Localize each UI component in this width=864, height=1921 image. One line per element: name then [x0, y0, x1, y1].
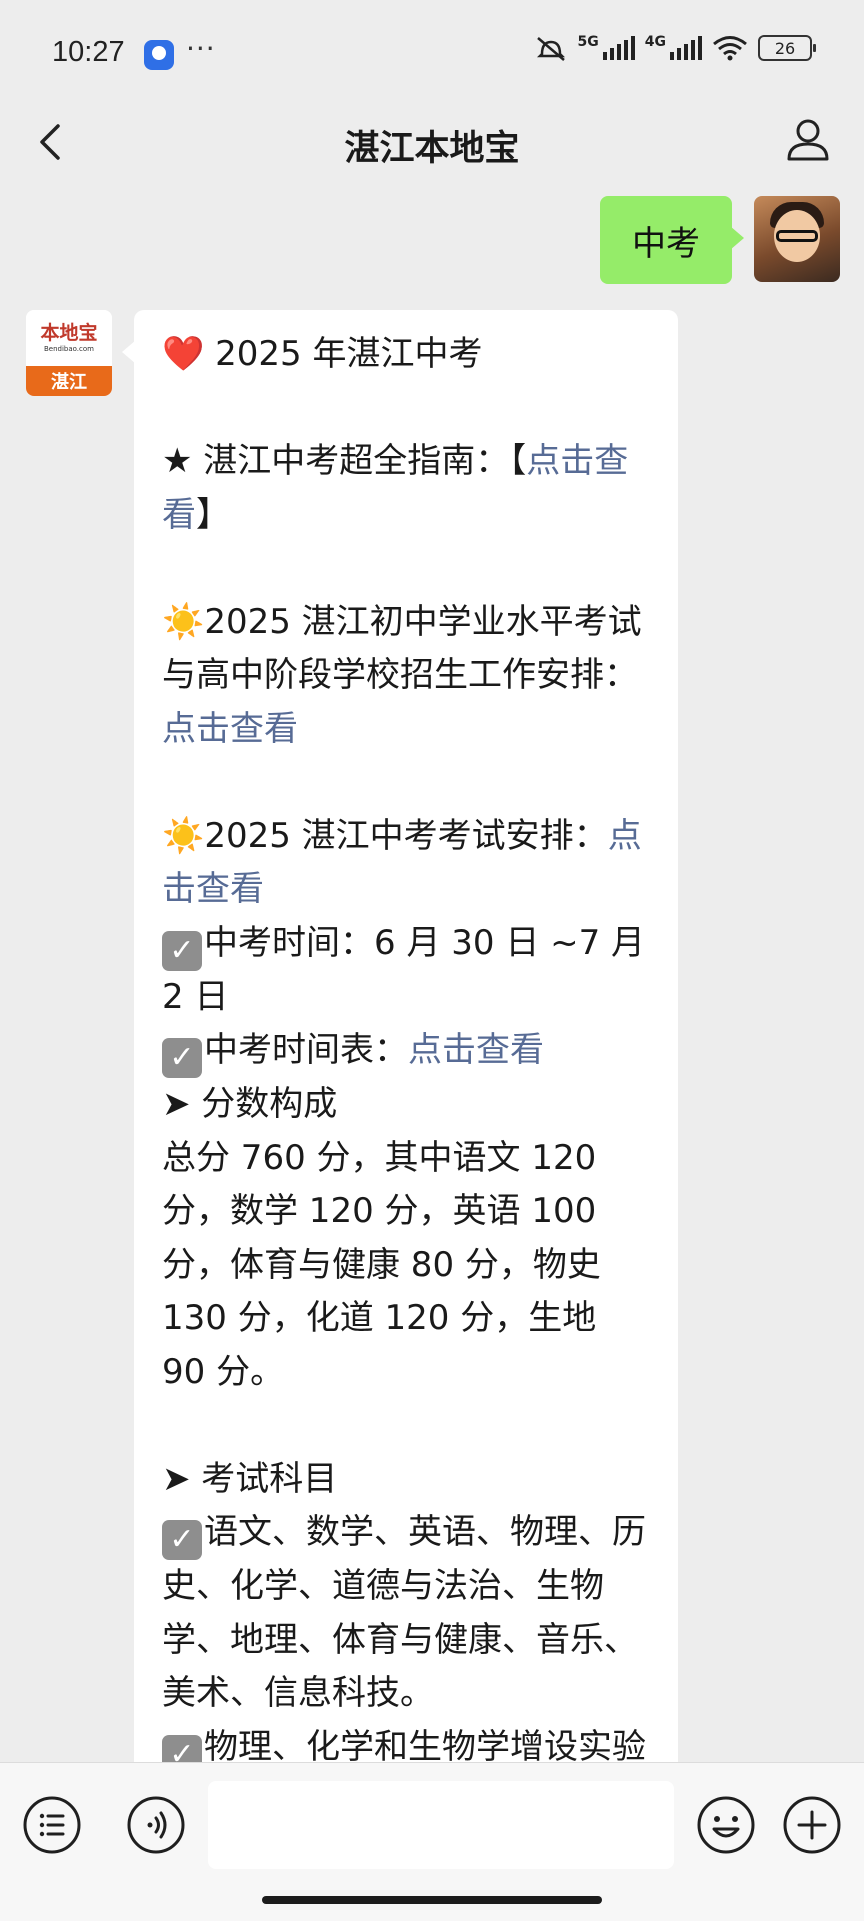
exam-time-line: ✓ 中考时间：6 月 30 日 ~7 月 2 日 [162, 922, 646, 1017]
network-4g-label: 4G [644, 34, 666, 50]
wifi-icon [713, 36, 747, 61]
battery-icon: 26 [758, 35, 816, 61]
status-indicators: 5G 4G 26 [534, 34, 816, 62]
voice-icon[interactable] [126, 1795, 186, 1855]
schedule-line: ✓ 中考时间表：点击查看 [162, 1024, 650, 1078]
schedule-link[interactable]: 点击查看 [408, 1030, 544, 1070]
message-title: ❤️ 2025 年湛江中考 [162, 334, 483, 374]
user-icon[interactable] [782, 114, 834, 166]
arrangement-link[interactable]: 点击查看 [162, 709, 298, 749]
subjects-line: ✓ 语文、数学、英语、物理、历史、化学、道德与法治、生物学、地理、体育与健康、音乐… [162, 1512, 646, 1713]
more-notifications-icon: ··· [186, 32, 216, 65]
avatar-url-text: Bendibao.com [43, 344, 94, 353]
chat-messages[interactable]: 中考 本地宝 Bendibao.com 湛江 ❤️ 2025 年湛江中考 ★ 湛… [0, 192, 864, 1762]
avatar-brand-text: 本地宝 [40, 321, 98, 344]
subjects-heading: ➤ 考试科目 [162, 1458, 338, 1499]
bot-message-bubble: ❤️ 2025 年湛江中考 ★ 湛江中考超全指南：【点击查看】 ☀️2025 湛… [122, 310, 678, 1762]
home-indicator[interactable] [262, 1896, 602, 1904]
status-bar: 10:27 ··· 5G 4G 26 [0, 0, 864, 100]
sun-icon: ☀️ [162, 601, 205, 642]
bot-avatar[interactable]: 本地宝 Bendibao.com 湛江 [26, 310, 112, 396]
my-message-row: 中考 [600, 196, 840, 284]
chat-header: 湛江本地宝 [0, 100, 864, 192]
network-5g-label: 5G [577, 34, 599, 50]
checkbox-icon: ✓ [162, 1038, 202, 1078]
checkbox-icon: ✓ [162, 930, 202, 971]
mute-icon [536, 37, 565, 61]
signal-bars-icon [670, 36, 702, 60]
plus-icon[interactable] [782, 1795, 842, 1855]
checkbox-icon: ✓ [162, 1520, 202, 1560]
exam-line: ☀️2025 湛江中考考试安排：点击查看 [162, 815, 642, 910]
notification-app-icon [144, 40, 174, 70]
guide-line: ★ 湛江中考超全指南：【点击查看】 [162, 441, 629, 535]
score-text: 总分 760 分，其中语文 120 分，数学 120 分，英语 100 分，体育… [162, 1137, 601, 1392]
status-time: 10:27 [52, 36, 125, 68]
list-icon[interactable] [22, 1795, 82, 1855]
sun-icon: ☀️ [162, 815, 205, 856]
score-heading: ➤ 分数构成 [162, 1084, 338, 1124]
checkbox-icon: ✓ [162, 1734, 202, 1762]
message-input[interactable] [208, 1781, 674, 1869]
chat-title: 湛江本地宝 [344, 129, 520, 169]
signal-bars-icon [602, 36, 635, 60]
lab-line: ✓物理、化学和生物学增设实验操作考试 [162, 1721, 650, 1762]
heart-icon: ❤️ [162, 334, 205, 374]
bot-message-row: 本地宝 Bendibao.com 湛江 ❤️ 2025 年湛江中考 ★ 湛江中考… [26, 310, 678, 1762]
emoji-icon[interactable] [696, 1795, 756, 1855]
my-avatar[interactable] [754, 196, 840, 282]
avatar-city-text: 湛江 [26, 366, 112, 396]
my-message-bubble[interactable]: 中考 [600, 196, 744, 284]
arrangement-line: ☀️2025 湛江初中学业水平考试与高中阶段学校招生工作安排：点击查看 [162, 601, 642, 749]
